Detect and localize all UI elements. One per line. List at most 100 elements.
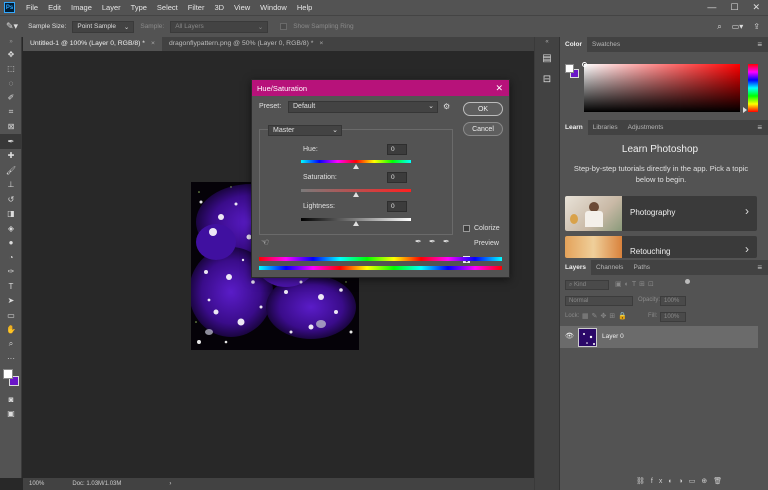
tab-paths[interactable]: Paths <box>628 260 655 275</box>
zoom-level[interactable]: 100% <box>29 481 44 487</box>
panel-collapse-icon[interactable]: » <box>0 37 22 47</box>
preset-options-gear-icon[interactable]: ⚙ <box>443 102 450 111</box>
filter-toggle-icon[interactable] <box>685 279 690 284</box>
paint-bucket-tool-icon[interactable]: ◈ <box>0 221 22 236</box>
visibility-eye-icon[interactable]: 👁 <box>565 332 574 340</box>
menu-filter[interactable]: Filter <box>183 0 210 15</box>
move-tool-icon[interactable]: ✥ <box>0 47 22 62</box>
eyedropper-tool-icon[interactable]: ✒ <box>0 134 22 149</box>
close-icon[interactable]: × <box>319 40 323 47</box>
close-icon[interactable]: ✕ <box>495 83 509 94</box>
path-selection-tool-icon[interactable]: ➤ <box>0 294 22 309</box>
menu-image[interactable]: Image <box>66 0 97 15</box>
screen-mode-icon[interactable]: ▣ <box>0 407 22 422</box>
foreground-color-swatch[interactable] <box>3 369 13 379</box>
hue-slider-arrow[interactable] <box>743 107 747 113</box>
tab-color[interactable]: Color <box>560 37 587 52</box>
crop-tool-icon[interactable]: ⌗ <box>0 105 22 120</box>
lock-icons[interactable]: ▦✎✥⊞🔒 <box>582 312 630 320</box>
hue-slider[interactable] <box>748 64 758 112</box>
history-brush-tool-icon[interactable]: ↺ <box>0 192 22 207</box>
preset-select[interactable]: Default ⌄ <box>288 101 438 113</box>
colorize-checkbox[interactable] <box>463 225 470 232</box>
pen-tool-icon[interactable]: ✑ <box>0 265 22 280</box>
eyedropper-minus-icon[interactable]: ✒ <box>443 237 450 246</box>
menu-help[interactable]: Help <box>292 0 317 15</box>
search-icon[interactable]: ⌕ <box>717 22 721 32</box>
tab-swatches[interactable]: Swatches <box>587 37 625 52</box>
opacity-field[interactable]: 100% <box>660 296 686 306</box>
menu-edit[interactable]: Edit <box>43 0 66 15</box>
marquee-tool-icon[interactable]: ⬚ <box>0 62 22 77</box>
channel-select[interactable]: Master ⌄ <box>268 125 342 136</box>
learn-card-photography[interactable]: Photography › <box>565 196 757 231</box>
eyedropper-icon[interactable]: ✒ <box>415 237 422 246</box>
menu-window[interactable]: Window <box>255 0 292 15</box>
tab-untitled[interactable]: Untitled-1 @ 100% (Layer 0, RGB/8) * × <box>23 37 162 51</box>
zoom-tool-icon[interactable]: ⌕ <box>0 337 22 352</box>
hue-slider-thumb[interactable] <box>353 164 359 169</box>
healing-brush-tool-icon[interactable]: ✚ <box>0 149 22 164</box>
sample-select[interactable]: All Layers ⌄ <box>170 20 269 33</box>
color-picker-cursor[interactable] <box>582 62 587 67</box>
clone-stamp-tool-icon[interactable]: ⊥ <box>0 178 22 193</box>
saturation-slider-thumb[interactable] <box>353 192 359 197</box>
eraser-tool-icon[interactable]: ◨ <box>0 207 22 222</box>
type-tool-icon[interactable]: T <box>0 279 22 294</box>
share-icon[interactable]: ⇪ <box>753 22 760 32</box>
lasso-tool-icon[interactable]: ◌ <box>0 76 22 91</box>
panel-menu-icon[interactable]: ≡ <box>757 37 768 52</box>
layer-filter-kind[interactable]: ⌕ Kind <box>565 280 609 290</box>
more-tools-icon[interactable]: ··· <box>0 352 22 367</box>
workspace-icon[interactable]: ▭▾ <box>732 22 744 32</box>
chevron-right-icon[interactable]: › <box>169 481 171 487</box>
tab-layers[interactable]: Layers <box>560 260 591 275</box>
eyedropper-tool-preset-icon[interactable]: ✎▾ <box>6 21 18 32</box>
cancel-button[interactable]: Cancel <box>463 122 503 136</box>
foreground-color-swatch[interactable] <box>565 64 574 73</box>
menu-view[interactable]: View <box>229 0 255 15</box>
color-field[interactable] <box>582 62 740 112</box>
tab-channels[interactable]: Channels <box>591 260 628 275</box>
close-window-icon[interactable]: ✕ <box>752 2 760 13</box>
hand-tool-icon[interactable]: ✋ <box>0 323 22 338</box>
layer-filter-icons[interactable]: ▣◐T⊞⊡ <box>615 280 657 288</box>
layers-panel-footer-icons[interactable]: ⛓fx◐◑▭⊕🗑 <box>636 477 728 485</box>
saturation-value-field[interactable]: 0 <box>387 172 407 183</box>
dialog-titlebar[interactable]: Hue/Saturation ✕ <box>252 80 509 96</box>
frame-tool-icon[interactable]: ⊠ <box>0 120 22 135</box>
close-icon[interactable]: × <box>151 40 155 47</box>
menu-type[interactable]: Type <box>126 0 152 15</box>
menu-layer[interactable]: Layer <box>97 0 126 15</box>
tab-adjustments[interactable]: Adjustments <box>623 120 669 135</box>
menu-select[interactable]: Select <box>152 0 183 15</box>
blend-mode-select[interactable]: Normal <box>565 296 633 306</box>
eyedropper-plus-icon[interactable]: ✒ <box>429 237 436 246</box>
lightness-value-field[interactable]: 0 <box>387 201 407 212</box>
dodge-tool-icon[interactable]: ◔ <box>0 250 22 265</box>
panel-menu-icon[interactable]: ≡ <box>757 260 768 275</box>
sample-size-select[interactable]: Point Sample ⌄ <box>72 20 135 33</box>
targeted-adjustment-hand-icon[interactable]: ☜ <box>261 237 269 248</box>
quick-mask-icon[interactable]: ◙ <box>0 392 22 407</box>
fill-field[interactable]: 100% <box>660 312 686 322</box>
properties-panel-icon[interactable]: ⊟ <box>535 74 559 85</box>
brush-tool-icon[interactable]: 🖌 <box>0 163 22 178</box>
menu-file[interactable]: File <box>21 0 43 15</box>
tab-learn[interactable]: Learn <box>560 120 588 135</box>
color-swatches[interactable] <box>0 366 22 392</box>
color-panel-swatches[interactable] <box>565 64 579 78</box>
maximize-icon[interactable]: ☐ <box>730 2 738 13</box>
history-panel-icon[interactable]: ▤ <box>535 53 559 64</box>
panel-menu-icon[interactable]: ≡ <box>757 120 768 135</box>
show-sampling-ring-checkbox[interactable] <box>280 23 288 30</box>
lightness-slider-thumb[interactable] <box>353 221 359 226</box>
tab-dragonflypattern[interactable]: dragonflypattern.png @ 50% (Layer 0, RGB… <box>162 37 330 51</box>
minimize-icon[interactable]: — <box>707 2 716 13</box>
tab-libraries[interactable]: Libraries <box>588 120 623 135</box>
collapse-arrows-icon[interactable]: « <box>535 39 559 45</box>
rectangle-tool-icon[interactable]: ▭ <box>0 308 22 323</box>
hue-slider-track[interactable] <box>301 160 411 163</box>
learn-card-retouching[interactable]: Retouching › <box>565 236 757 258</box>
blur-tool-icon[interactable]: ● <box>0 236 22 251</box>
